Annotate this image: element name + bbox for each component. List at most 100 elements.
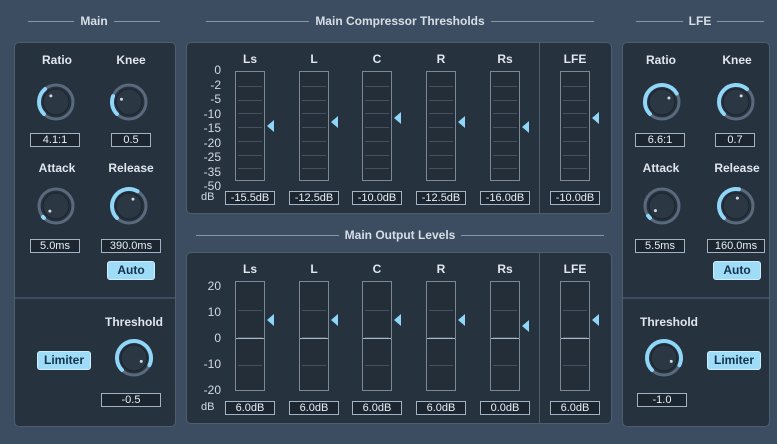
- output-scale-tick: 20: [207, 279, 221, 293]
- knee-knob[interactable]: [108, 81, 150, 123]
- main-divider: [15, 297, 175, 299]
- thresholds-meter-rs: [490, 71, 520, 181]
- thresholds-scale-tick: -10: [203, 106, 221, 121]
- thresholds-scale-tick: -20: [203, 135, 221, 150]
- lfe-knee-value[interactable]: 0.7: [715, 133, 755, 147]
- thresholds-scale-tick: -35: [203, 164, 221, 179]
- ratio-knob[interactable]: [35, 81, 77, 123]
- thresholds-handle-r[interactable]: [458, 116, 465, 128]
- output-handle-c[interactable]: [394, 314, 401, 326]
- output-value-l[interactable]: 6.0dB: [289, 401, 339, 415]
- output-scale-tick: 0: [214, 331, 221, 345]
- lfe-knee-knob[interactable]: [715, 81, 757, 123]
- attack-value[interactable]: 5.0ms: [30, 239, 80, 253]
- limiter-button[interactable]: Limiter: [37, 351, 91, 370]
- lfe-divider-line: [539, 43, 540, 213]
- output-value-r[interactable]: 6.0dB: [416, 401, 466, 415]
- ratio-label: Ratio: [42, 53, 72, 67]
- thresholds-channel-label-r: R: [436, 52, 446, 66]
- output-header: Main Output Levels: [190, 228, 610, 242]
- thresholds-value-rs[interactable]: -16.0dB: [480, 191, 530, 205]
- threshold-knob[interactable]: [113, 337, 155, 379]
- threshold-value[interactable]: -0.5: [101, 393, 161, 407]
- lfe-threshold-knob[interactable]: [643, 337, 685, 379]
- zero-line: [236, 338, 264, 339]
- thresholds-scale-tick: 0: [214, 63, 221, 77]
- lfe-attack-value[interactable]: 5.5ms: [635, 239, 685, 253]
- output-channel-label-lfe: LFE: [563, 262, 587, 276]
- thresholds-value-lfe[interactable]: -10.0dB: [550, 191, 600, 205]
- output-meter-c: [362, 281, 392, 391]
- thresholds-value-c[interactable]: -10.0dB: [352, 191, 402, 205]
- output-channel-label-l: L: [310, 262, 318, 276]
- output-value-c[interactable]: 6.0dB: [352, 401, 402, 415]
- output-channel-label-ls: Ls: [242, 262, 257, 276]
- output-handle-r[interactable]: [458, 314, 465, 326]
- output-handle-ls[interactable]: [267, 314, 274, 326]
- output-meter-r: [426, 281, 456, 391]
- attack-knob[interactable]: [35, 185, 77, 227]
- lfe-limiter-button[interactable]: Limiter: [707, 351, 761, 370]
- output-handle-lfe[interactable]: [592, 314, 599, 326]
- lfe-threshold-value[interactable]: -1.0: [637, 393, 687, 407]
- lfe-ratio-knob[interactable]: [641, 81, 683, 123]
- lfe-panel: Ratio 6.6:1 Knee 0.7 Attack 5.5ms Releas…: [622, 42, 770, 427]
- thresholds-panel: 0 -2 -5 -10 -15 -20 -25 -35 -50 dB Ls -15.5dB L -12…: [186, 42, 612, 214]
- output-channel-label-r: R: [436, 262, 446, 276]
- thresholds-handle-ls[interactable]: [267, 120, 274, 132]
- thresholds-value-ls[interactable]: -15.5dB: [225, 191, 275, 205]
- output-value-ls[interactable]: 6.0dB: [225, 401, 275, 415]
- thresholds-scale-tick: -25: [203, 150, 221, 164]
- output-channel-label-rs: Rs: [497, 262, 513, 276]
- attack-label: Attack: [38, 161, 76, 175]
- lfe-ratio-label: Ratio: [646, 53, 676, 67]
- lfe-divider: [623, 297, 769, 299]
- ratio-value[interactable]: 4.1:1: [30, 133, 80, 147]
- output-meter-rs: [490, 281, 520, 391]
- thresholds-scale-tick: -2: [210, 77, 221, 92]
- zero-line: [491, 338, 519, 339]
- output-lfe-divider-line: [539, 253, 540, 423]
- zero-line: [300, 338, 328, 339]
- release-value[interactable]: 390.0ms: [101, 239, 161, 253]
- thresholds-meter-lfe: [560, 71, 590, 181]
- zero-line: [427, 338, 455, 339]
- output-header-title: Main Output Levels: [344, 228, 456, 242]
- lfe-auto-button[interactable]: Auto: [713, 261, 761, 280]
- output-meter-l: [299, 281, 329, 391]
- thresholds-handle-rs[interactable]: [522, 121, 529, 133]
- knee-value[interactable]: 0.5: [111, 133, 151, 147]
- output-scale-tick: -10: [203, 357, 221, 371]
- lfe-header-title: LFE: [688, 14, 712, 28]
- release-knob[interactable]: [108, 185, 150, 227]
- knee-label: Knee: [116, 53, 146, 67]
- lfe-release-label: Release: [714, 161, 760, 175]
- main-header: Main: [22, 14, 166, 28]
- output-panel: 20 10 0 -10 -20 dB Ls 6.0dB L 6.0dB C 6.0dB R 6.0dB…: [186, 252, 612, 424]
- main-panel: Ratio 4.1:1 Knee 0.5 Attack 5.0ms Releas…: [14, 42, 176, 427]
- thresholds-value-r[interactable]: -12.5dB: [416, 191, 466, 205]
- thresholds-channel-label-c: C: [372, 52, 382, 66]
- thresholds-handle-l[interactable]: [331, 116, 338, 128]
- output-handle-rs[interactable]: [522, 320, 529, 332]
- lfe-release-value[interactable]: 160.0ms: [707, 239, 765, 253]
- output-scale-tick: 10: [207, 305, 221, 319]
- output-meter-ls: [235, 281, 265, 391]
- auto-button[interactable]: Auto: [107, 261, 155, 280]
- output-value-rs[interactable]: 0.0dB: [480, 401, 530, 415]
- output-handle-l[interactable]: [331, 314, 338, 326]
- lfe-release-knob[interactable]: [715, 185, 757, 227]
- lfe-attack-label: Attack: [642, 161, 680, 175]
- lfe-ratio-value[interactable]: 6.6:1: [635, 133, 685, 147]
- output-db-unit: dB: [201, 401, 215, 413]
- thresholds-header-title: Main Compressor Thresholds: [315, 14, 485, 28]
- lfe-attack-knob[interactable]: [641, 185, 683, 227]
- thresholds-scale-tick: -15: [203, 121, 221, 135]
- thresholds-handle-c[interactable]: [394, 112, 401, 124]
- zero-line: [561, 338, 589, 339]
- thresholds-handle-lfe[interactable]: [592, 112, 599, 124]
- thresholds-value-l[interactable]: -12.5dB: [289, 191, 339, 205]
- thresholds-meter-l: [299, 71, 329, 181]
- output-value-lfe[interactable]: 6.0dB: [550, 401, 600, 415]
- lfe-threshold-label: Threshold: [639, 315, 698, 329]
